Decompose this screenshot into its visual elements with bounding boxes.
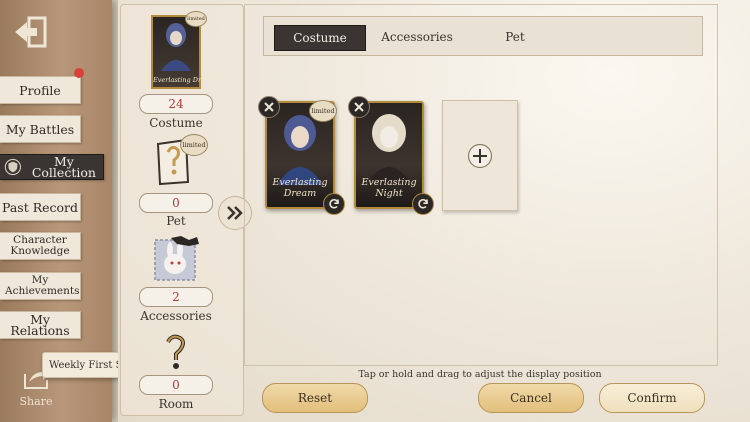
nav-profile[interactable]: Profile xyxy=(0,76,81,104)
card-name: Everlasting Dream xyxy=(272,177,328,199)
costume-label[interactable]: Costume xyxy=(128,116,224,130)
nav-my-achievements-label: My Achievements xyxy=(5,274,80,297)
limited-badge-pet: limited xyxy=(180,134,208,156)
limited-badge-thumb: limited xyxy=(185,11,207,27)
category-tabs: Costume Accessories Pet xyxy=(263,16,703,56)
double-chevron-right-icon xyxy=(227,206,243,220)
nav-past-record-label: Past Record xyxy=(1,199,79,215)
costume-card-everlasting-night[interactable]: Everlasting Night xyxy=(354,101,424,209)
notification-dot xyxy=(74,68,84,78)
shield-icon xyxy=(4,158,21,176)
limited-badge: limited xyxy=(309,100,337,122)
nav-past-record[interactable]: Past Record xyxy=(0,193,81,221)
accessory-thumbnail[interactable] xyxy=(153,234,201,282)
character-portrait-icon xyxy=(366,114,412,185)
tab-accessories[interactable]: Accessories xyxy=(372,25,462,49)
costume-thumbnail-card[interactable]: limited Everlasting Dream xyxy=(151,11,215,89)
exit-icon xyxy=(15,16,47,48)
share-label: Share xyxy=(19,395,53,408)
character-portrait-icon xyxy=(161,23,191,71)
nav-profile-label: Profile xyxy=(19,82,61,98)
nav-my-collection[interactable]: My Collection xyxy=(0,154,104,180)
swap-card-button[interactable] xyxy=(412,193,434,215)
cancel-button[interactable]: Cancel xyxy=(478,383,584,413)
room-label[interactable]: Room xyxy=(128,397,224,411)
pet-thumbnail[interactable]: limited xyxy=(154,134,208,186)
accessories-count: 2 xyxy=(139,287,213,307)
reset-button[interactable]: Reset xyxy=(262,383,368,413)
drag-hint: Tap or hold and drag to adjust the displ… xyxy=(358,369,602,380)
close-icon xyxy=(264,102,274,112)
plus-icon xyxy=(467,143,493,168)
add-card-slot[interactable] xyxy=(442,100,518,211)
pet-count: 0 xyxy=(139,193,213,213)
back-button[interactable] xyxy=(12,12,52,52)
costume-thumbnail-name: Everlasting Dream xyxy=(153,76,215,84)
nav-my-collection-label: My Collection xyxy=(31,154,96,180)
refresh-icon xyxy=(418,199,428,209)
pet-label[interactable]: Pet xyxy=(128,214,224,228)
card-name: Everlasting Night xyxy=(361,177,417,199)
question-mark-icon xyxy=(166,334,185,369)
close-icon xyxy=(354,102,364,112)
remove-card-button[interactable] xyxy=(348,96,370,118)
room-thumbnail[interactable] xyxy=(160,332,192,370)
nav-character-knowledge[interactable]: Character Knowledge xyxy=(0,232,81,260)
nav-my-relations[interactable]: My Relations xyxy=(0,311,81,339)
refresh-icon xyxy=(329,199,339,209)
room-count: 0 xyxy=(139,375,213,395)
nav-character-knowledge-label: Character Knowledge xyxy=(10,234,70,257)
nav-my-battles-label: My Battles xyxy=(5,121,75,137)
swap-card-button[interactable] xyxy=(323,193,345,215)
nav-my-achievements[interactable]: My Achievements xyxy=(0,272,81,300)
tab-costume[interactable]: Costume xyxy=(274,25,366,51)
remove-card-button[interactable] xyxy=(258,96,280,118)
tab-pet[interactable]: Pet xyxy=(470,25,560,49)
nav-my-battles[interactable]: My Battles xyxy=(0,115,81,143)
accessories-label[interactable]: Accessories xyxy=(128,309,224,323)
costume-count: 24 xyxy=(139,94,213,114)
nav-my-relations-label: My Relations xyxy=(10,312,70,338)
confirm-button[interactable]: Confirm xyxy=(599,383,705,413)
rabbit-stamp-icon xyxy=(154,236,199,281)
